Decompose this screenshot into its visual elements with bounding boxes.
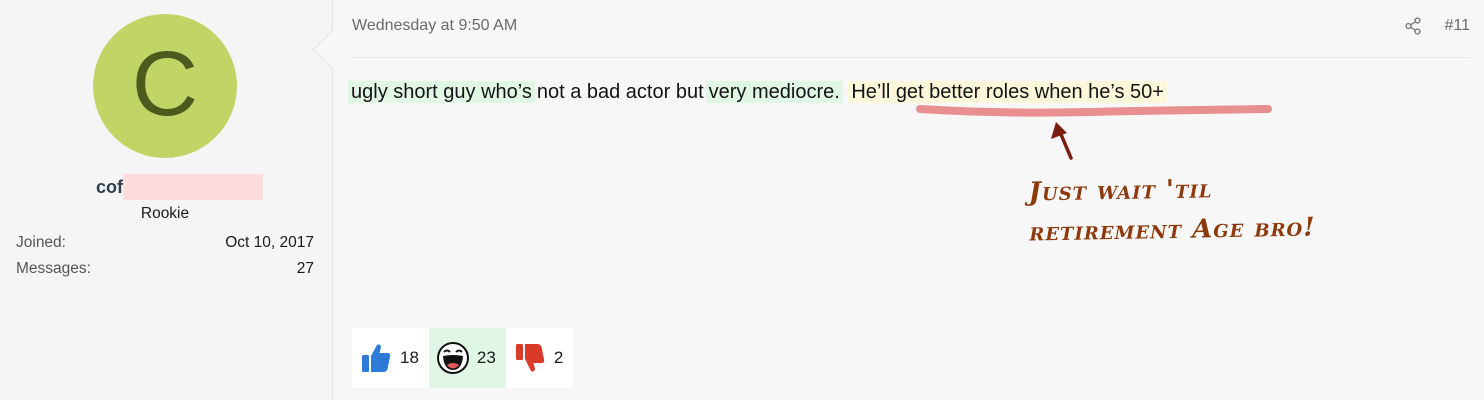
post-main: Wednesday at 9:50 AM #11 ugly short guy … [333,0,1484,400]
annotation-line-1: Just wait 'til [1028,174,1213,208]
highlighted-text-2: very mediocre. [705,81,843,103]
user-sidebar: C cof Rookie Joined: Oct 10, 2017 Messag… [0,0,333,400]
laughing-face-icon [436,342,469,374]
reaction-dislike-count: 2 [553,348,564,367]
avatar[interactable]: C [93,14,237,158]
avatar-letter: C [131,33,199,135]
thumbs-down-icon [515,344,545,372]
username-text[interactable]: cof [96,177,123,198]
post-date[interactable]: Wednesday at 9:50 AM [352,17,517,35]
thumbs-up-icon [362,344,391,372]
reaction-like-count: 18 [400,348,419,367]
messages-value[interactable]: 27 [297,260,314,278]
post-header-divider [352,57,1470,58]
reaction-laugh-count: 23 [476,348,496,367]
plain-text: not a bad actor but [536,81,704,103]
annotation-line-2: retirement Age bro! [1029,212,1316,248]
reaction-like[interactable]: 18 [352,328,429,388]
messages-row: Messages: 27 [16,260,314,278]
highlighted-text-1: ugly short guy who’s [348,81,535,103]
messages-label: Messages: [16,260,91,277]
reaction-laugh[interactable]: 23 [428,328,506,388]
joined-row: Joined: Oct 10, 2017 [16,234,314,252]
highlighted-text-3: He’ll get better roles when he’s 50+ [848,81,1167,103]
post-number[interactable]: #11 [1444,17,1470,35]
reaction-dislike[interactable]: 2 [505,328,574,388]
joined-value: Oct 10, 2017 [225,234,314,251]
joined-label: Joined: [16,234,66,251]
post-actions: #11 [1404,17,1470,35]
username[interactable]: cof [96,174,263,200]
username-redaction [123,174,263,200]
reactions-bar: 18 23 2 [352,328,574,388]
post-body: ugly short guy who’s not a bad actor but v… [348,79,1167,105]
user-title: Rookie [140,205,190,222]
handwritten-annotation: Just wait 'til retirement Age bro! [1028,168,1316,253]
share-icon[interactable] [1404,17,1422,35]
